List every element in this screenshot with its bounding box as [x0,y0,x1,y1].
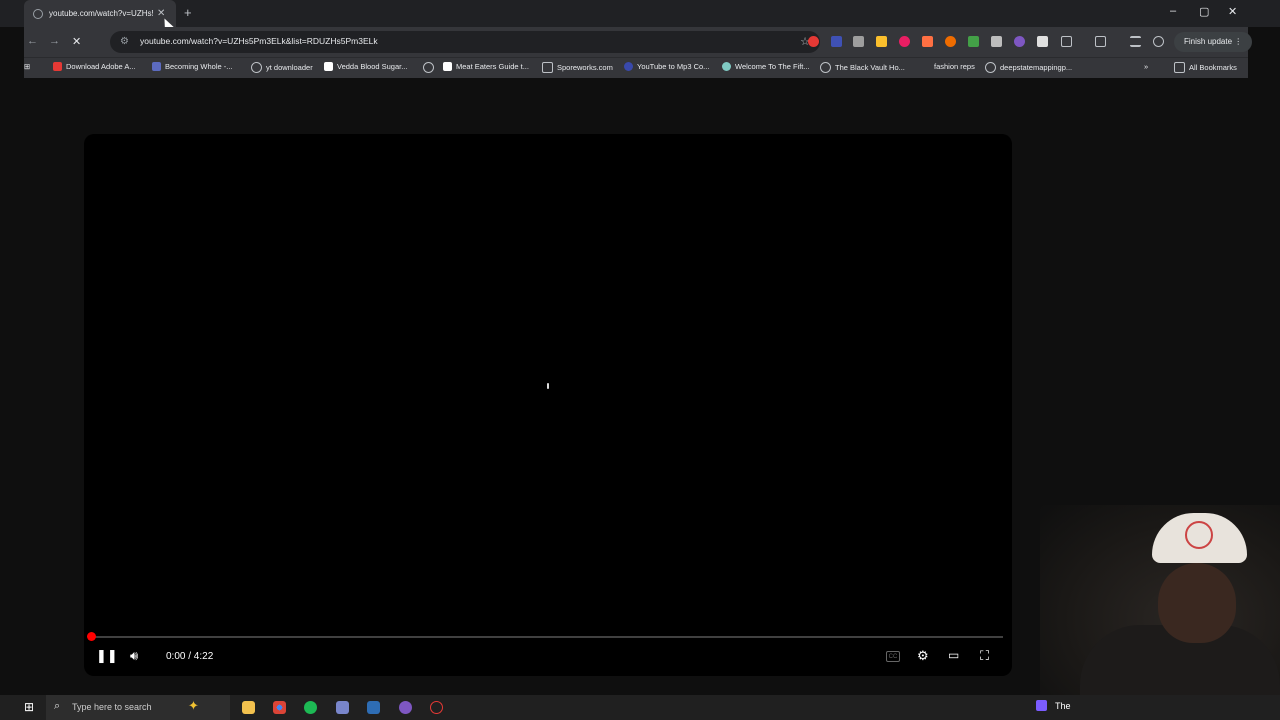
extension-icon[interactable] [808,36,819,47]
bookmark-item[interactable]: The Black Vault Ho... [820,62,905,73]
bookmark-item[interactable]: deepstatemappingp... [985,62,1072,73]
stop-loading-icon[interactable]: ✕ [72,35,81,48]
folder-icon [1174,62,1185,73]
minimize-button[interactable]: – [1170,5,1176,17]
site-icon [152,62,161,71]
page-icon [324,62,333,71]
new-tab-button[interactable]: + [184,5,192,20]
bookmarks-bar: ⊞ Download Adobe A... Becoming Whole -..… [24,57,1248,78]
fullscreen-icon[interactable]: ⛶ [980,648,989,664]
extensions-puzzle-icon[interactable] [1061,36,1072,47]
copilot-sparkle-icon: ✦ [188,698,199,713]
forward-icon[interactable]: → [49,35,60,47]
app-icon[interactable] [399,701,412,714]
video-player[interactable]: ❚❚ 🔊︎ 0:00 / 4:22 CC ⚙ ▭ ⛶ [84,134,1012,676]
settings-gear-icon[interactable]: ⚙ [917,648,929,664]
address-bar[interactable]: ⚙ youtube.com/watch?v=UZHs5Pm3ELk&list=R… [110,31,820,53]
app-icon [1036,700,1047,711]
bookmark-item[interactable]: fashion reps [934,62,975,71]
site-icon [624,62,633,71]
app-icon[interactable] [367,701,380,714]
extension-icon[interactable] [991,36,1002,47]
media-controls-icon[interactable] [1130,36,1141,47]
taskbar-search[interactable]: ⌕ Type here to search ✦ [46,695,230,720]
taskbar-running-app[interactable]: The [1036,700,1071,711]
tab-title: youtube.com/watch?v=UZHs5Pm3ELk [49,9,153,18]
loading-spinner [547,383,549,389]
extension-icon[interactable] [1037,36,1048,47]
subtitles-cc-icon[interactable]: CC [886,651,900,662]
bookmark-item[interactable]: Download Adobe A... [53,62,136,71]
webcam-overlay [1040,505,1280,695]
cap-logo [1185,521,1213,549]
browser-toolbar: ← → ✕ ⚙ youtube.com/watch?v=UZHs5Pm3ELk&… [24,27,1253,57]
site-icon [542,62,553,73]
extension-icon[interactable] [899,36,910,47]
restore-button[interactable]: ▢ [1199,5,1209,18]
close-window-button[interactable]: ✕ [1228,5,1237,18]
amazon-icon [443,62,452,71]
globe-icon [820,62,831,73]
bookmark-item[interactable] [423,62,438,73]
theater-mode-icon[interactable]: ▭ [948,648,959,662]
app-icon[interactable] [430,701,443,714]
site-info-icon[interactable]: ⚙ [120,36,129,47]
spotify-icon[interactable] [304,701,317,714]
globe-icon [985,62,996,73]
bookmark-item[interactable]: Vedda Blood Sugar... [324,62,407,71]
progress-bar[interactable] [91,636,1003,638]
globe-icon [423,62,434,73]
webcam-person-face [1158,563,1236,643]
bookmark-item[interactable]: Welcome To The Fift... [722,62,810,71]
browser-tab[interactable]: youtube.com/watch?v=UZHs5Pm3ELk ✕ [24,0,176,27]
extension-icon[interactable] [853,36,864,47]
side-panel-icon[interactable] [1095,36,1106,47]
back-icon[interactable]: ← [27,35,38,47]
finish-update-button[interactable]: Finish update ⋮ [1174,32,1253,52]
more-bookmarks-icon[interactable]: » [1144,62,1148,71]
extension-icon[interactable] [831,36,842,47]
chrome-icon[interactable] [273,701,286,714]
volume-icon[interactable]: 🔊︎ [130,648,138,664]
search-placeholder: Type here to search [72,702,152,712]
globe-icon [251,62,262,73]
extension-icon[interactable] [876,36,887,47]
bookmark-item[interactable]: Becoming Whole -... [152,62,233,71]
pause-button[interactable]: ❚❚ [96,648,118,664]
scrubber-handle[interactable] [87,632,96,641]
adobe-icon [53,62,62,71]
extension-icon[interactable] [922,36,933,47]
loading-globe-icon [33,8,43,19]
all-bookmarks-button[interactable]: All Bookmarks [1174,62,1237,73]
bookmark-item[interactable]: Meat Eaters Guide t... [443,62,529,71]
finish-update-label: Finish update [1184,37,1233,46]
extension-icon[interactable] [968,36,979,47]
windows-taskbar: ⊞ ⌕ Type here to search ✦ The [0,695,1280,720]
tab-strip: youtube.com/watch?v=UZHs5Pm3ELk ✕ + – ▢ … [0,0,1280,27]
bookmark-item[interactable]: Sporeworks.com [542,62,613,73]
apps-grid-icon[interactable]: ⊞ [24,62,30,71]
bookmark-item[interactable]: yt downloader [251,62,313,73]
time-display: 0:00 / 4:22 [166,651,214,662]
app-icon[interactable] [336,701,349,714]
bookmark-item[interactable]: YouTube to Mp3 Co... [624,62,709,71]
address-url[interactable]: youtube.com/watch?v=UZHs5Pm3ELk&list=RDU… [140,36,378,46]
windows-start-icon[interactable]: ⊞ [24,700,34,714]
profile-icon[interactable] [1153,36,1164,47]
left-edge [0,27,24,695]
webcam-person-cap [1152,513,1247,563]
extension-icon[interactable] [945,36,956,47]
file-explorer-icon[interactable] [242,701,255,714]
heart-icon [722,62,731,71]
search-icon: ⌕ [54,700,61,712]
extension-icon[interactable] [1014,36,1025,47]
